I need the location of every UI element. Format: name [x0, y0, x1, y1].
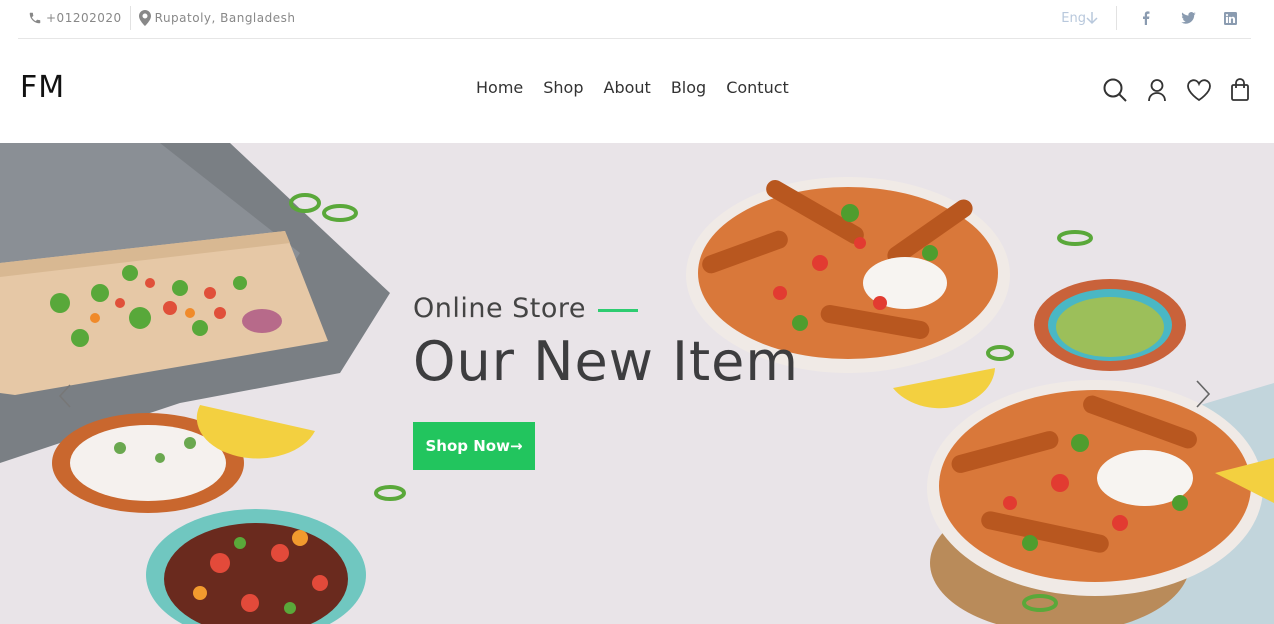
bag-icon	[1231, 78, 1249, 101]
phone-contact[interactable]: +01202020	[28, 11, 122, 25]
slider-prev[interactable]	[58, 383, 72, 413]
hero-title: Our New Item	[413, 330, 799, 393]
linkedin-icon	[1223, 11, 1237, 25]
language-selector[interactable]: Eng	[1061, 11, 1098, 26]
twitter-icon	[1180, 12, 1196, 24]
arrow-right-icon: →	[509, 437, 523, 455]
user-icon	[1148, 79, 1166, 102]
language-label: Eng	[1061, 10, 1086, 26]
main-header: FM Home Shop About Blog Contuct	[0, 40, 1274, 143]
heart-icon	[1187, 79, 1211, 102]
header-actions	[1084, 77, 1250, 103]
chevron-right-icon	[1196, 380, 1211, 408]
shop-now-label: Shop Now	[425, 437, 510, 455]
wishlist-button[interactable]	[1186, 78, 1212, 102]
main-nav: Home Shop About Blog Contuct	[466, 78, 799, 97]
linkedin-link[interactable]	[1209, 11, 1251, 25]
address-text: Rupatoly, Bangladesh	[154, 11, 296, 25]
location-icon	[138, 10, 151, 26]
facebook-icon	[1143, 11, 1150, 25]
hero-content: Online Store Our New Item Shop Now →	[413, 293, 799, 470]
divider	[129, 6, 131, 30]
twitter-link[interactable]	[1167, 12, 1209, 24]
contact-info: +01202020 Rupatoly, Bangladesh	[28, 6, 296, 30]
hero-banner: Online Store Our New Item Shop Now →	[0, 143, 1274, 624]
address-info: Rupatoly, Bangladesh	[138, 10, 296, 26]
nav-shop[interactable]: Shop	[543, 78, 583, 97]
nav-contact[interactable]: Contuct	[726, 78, 789, 97]
accent-line	[598, 309, 639, 312]
hero-subtitle: Online Store	[413, 293, 799, 324]
site-logo[interactable]: FM	[20, 70, 65, 105]
divider	[1116, 6, 1117, 30]
slider-next[interactable]	[1195, 379, 1211, 413]
hero-subtitle-text: Online Store	[413, 293, 587, 324]
nav-blog[interactable]: Blog	[671, 78, 706, 97]
account-button[interactable]	[1146, 78, 1168, 102]
search-icon	[1103, 78, 1127, 102]
topbar-right: Eng	[1061, 6, 1251, 30]
cart-button[interactable]	[1230, 78, 1250, 102]
phone-number: +01202020	[46, 11, 122, 25]
nav-home[interactable]: Home	[476, 78, 523, 97]
nav-about[interactable]: About	[604, 78, 651, 97]
top-bar: +01202020 Rupatoly, Bangladesh Eng	[18, 0, 1251, 39]
facebook-link[interactable]	[1125, 11, 1167, 25]
chevron-left-icon	[58, 384, 71, 408]
search-button[interactable]	[1102, 77, 1128, 103]
shop-now-button[interactable]: Shop Now →	[413, 422, 535, 470]
phone-icon	[29, 12, 41, 24]
arrow-down-icon	[1086, 12, 1098, 25]
